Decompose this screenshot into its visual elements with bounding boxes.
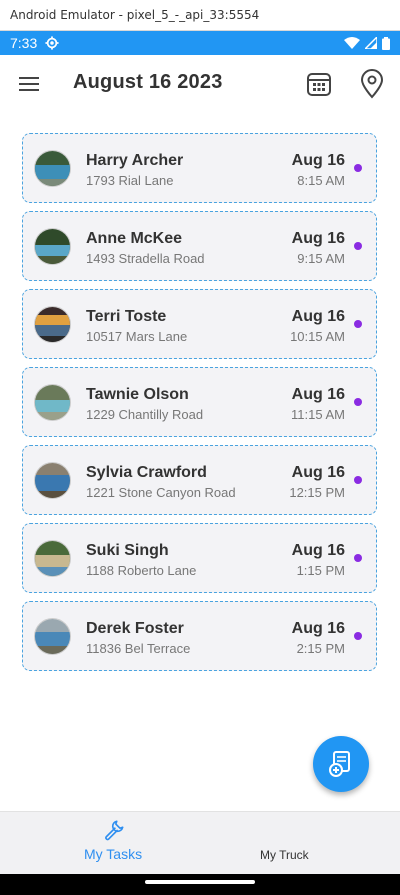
tab-label: My Tasks	[84, 846, 143, 862]
page-title: August 16 2023	[73, 71, 223, 93]
avatar	[34, 150, 71, 187]
task-name: Tawnie Olson	[86, 386, 189, 403]
avatar	[34, 540, 71, 577]
status-dot	[354, 242, 362, 250]
cell-signal-icon	[365, 37, 377, 49]
task-list: Harry Archer 1793 Rial Lane Aug 16 8:15 …	[22, 133, 378, 679]
status-time: 7:33	[10, 35, 38, 51]
task-address: 1229 Chantilly Road	[86, 407, 204, 422]
status-dot	[354, 398, 362, 406]
task-address: 1221 Stone Canyon Road	[86, 485, 236, 500]
status-dot	[354, 320, 362, 328]
task-time: 12:15 PM	[289, 485, 345, 500]
tab-my-truck[interactable]: My Truck	[185, 812, 385, 875]
home-gesture-handle[interactable]	[145, 880, 255, 884]
menu-icon[interactable]	[16, 72, 42, 96]
task-name: Harry Archer	[86, 152, 184, 169]
task-name: Derek Foster	[86, 620, 184, 637]
task-address: 10517 Mars Lane	[86, 329, 188, 344]
task-time: 10:15 AM	[290, 329, 345, 344]
task-name: Anne McKee	[86, 230, 183, 247]
avatar	[34, 618, 71, 655]
task-name: Suki Singh	[86, 542, 169, 559]
task-name: Terri Toste	[86, 308, 167, 325]
tab-my-tasks[interactable]: My Tasks	[0, 812, 200, 875]
task-time: 9:15 AM	[297, 251, 345, 266]
task-card[interactable]: Derek Foster 11836 Bel Terrace Aug 16 2:…	[22, 601, 377, 671]
tab-label: My Truck	[260, 848, 309, 862]
task-address: 1493 Stradella Road	[86, 251, 205, 266]
wrench-icon	[105, 820, 124, 841]
task-date: Aug 16	[291, 464, 345, 481]
window-title: Android Emulator - pixel_5_-_api_33:5554	[10, 8, 260, 22]
task-time: 11:15 AM	[291, 407, 345, 422]
task-address: 1188 Roberto Lane	[86, 563, 197, 578]
wifi-icon	[344, 37, 360, 49]
status-bar: 7:33	[0, 31, 400, 55]
emulator-title-bar: Android Emulator - pixel_5_-_api_33:5554	[0, 0, 400, 31]
task-card[interactable]: Sylvia Crawford 1221 Stone Canyon Road A…	[22, 445, 377, 515]
task-date: Aug 16	[291, 230, 345, 247]
avatar	[34, 306, 71, 343]
bottom-navigation: My Tasks My Truck	[0, 811, 400, 874]
task-name: Sylvia Crawford	[86, 464, 207, 481]
task-date: Aug 16	[291, 542, 345, 559]
task-card[interactable]: Suki Singh 1188 Roberto Lane Aug 16 1:15…	[22, 523, 377, 593]
task-address: 1793 Rial Lane	[86, 173, 174, 188]
task-card[interactable]: Terri Toste 10517 Mars Lane Aug 16 10:15…	[22, 289, 377, 359]
task-date: Aug 16	[291, 152, 345, 169]
task-card[interactable]: Tawnie Olson 1229 Chantilly Road Aug 16 …	[22, 367, 377, 437]
status-dot	[354, 632, 362, 640]
task-date: Aug 16	[291, 308, 345, 325]
app-bar: August 16 2023	[0, 55, 400, 113]
avatar	[34, 228, 71, 265]
battery-icon	[382, 36, 390, 50]
task-card[interactable]: Anne McKee 1493 Stradella Road Aug 16 9:…	[22, 211, 377, 281]
task-address: 11836 Bel Terrace	[86, 641, 191, 656]
gesture-navigation-bar	[0, 874, 400, 895]
task-time: 8:15 AM	[297, 173, 345, 188]
location-pin-icon[interactable]	[358, 69, 386, 99]
add-task-button[interactable]	[313, 736, 369, 792]
task-time: 1:15 PM	[296, 563, 345, 578]
task-date: Aug 16	[291, 386, 345, 403]
status-dot	[354, 164, 362, 172]
new-task-icon	[329, 751, 350, 777]
task-card[interactable]: Harry Archer 1793 Rial Lane Aug 16 8:15 …	[22, 133, 377, 203]
settings-notification-icon	[45, 36, 59, 50]
status-dot	[354, 554, 362, 562]
task-time: 2:15 PM	[296, 641, 345, 656]
avatar	[34, 384, 71, 421]
status-dot	[354, 476, 362, 484]
calendar-icon[interactable]	[305, 70, 333, 98]
task-date: Aug 16	[291, 620, 345, 637]
avatar	[34, 462, 71, 499]
